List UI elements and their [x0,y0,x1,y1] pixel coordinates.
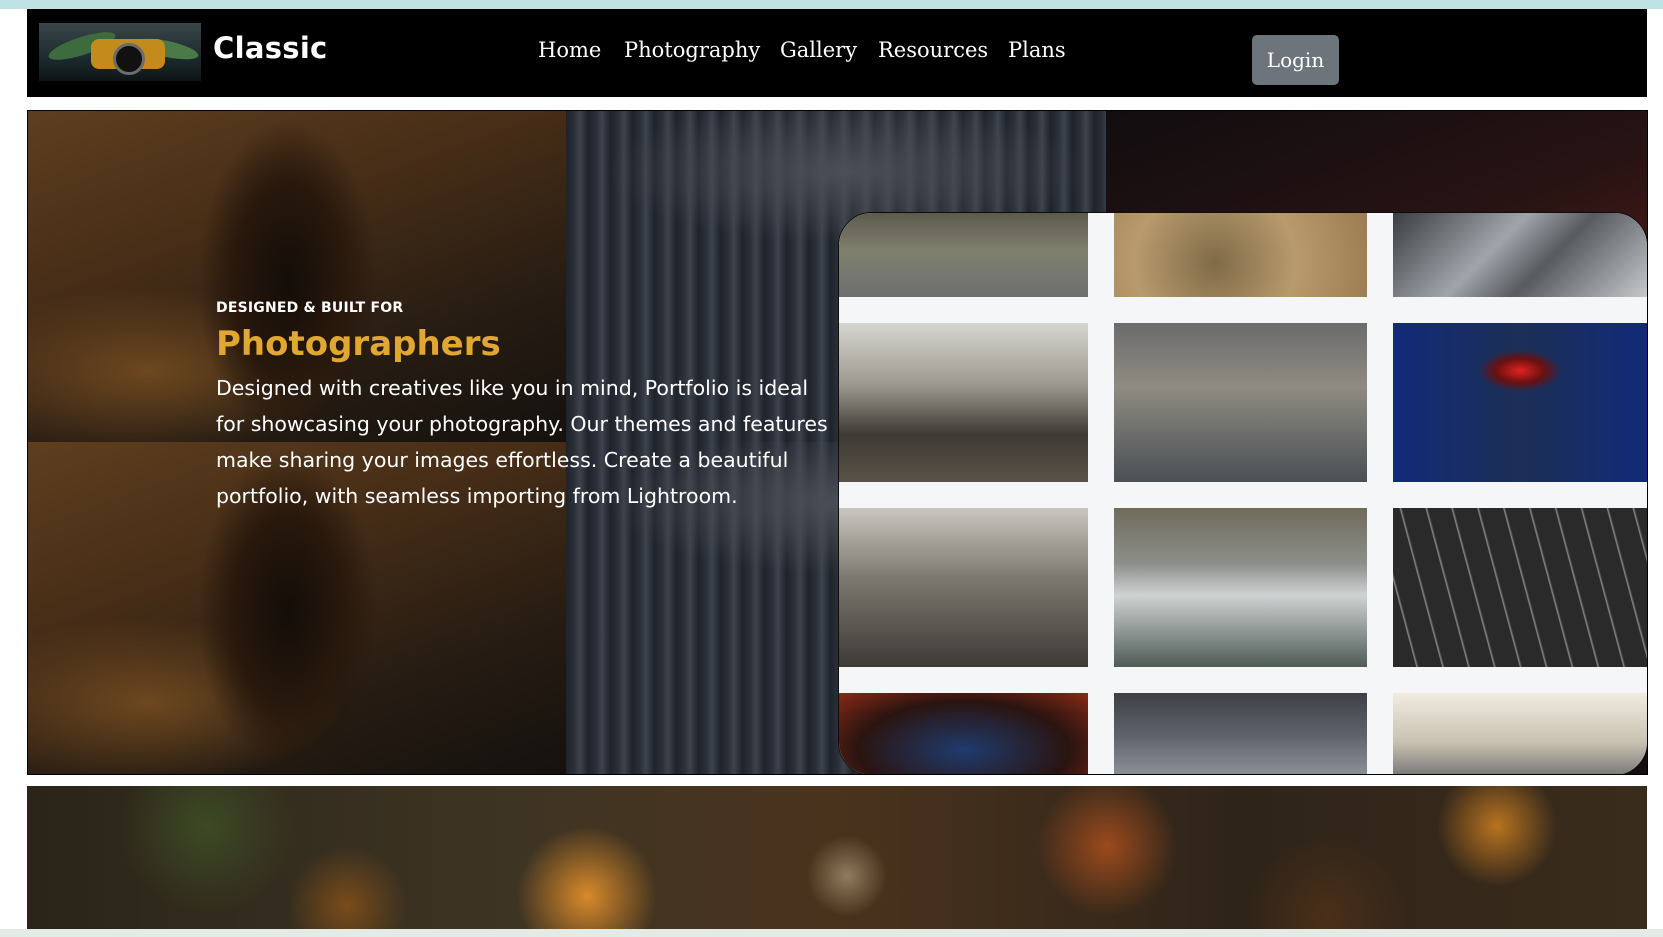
gallery-photo[interactable] [1114,693,1367,774]
gallery-photo[interactable] [1114,508,1367,667]
camera-logo-icon[interactable] [39,23,201,81]
brand-name[interactable]: Classic [213,31,328,65]
gallery-photo[interactable] [1393,508,1647,667]
navbar: Classic Home Photography Gallery Resourc… [27,9,1647,97]
hero-description: Designed with creatives like you in mind… [216,376,828,508]
hero-eyebrow: DESIGNED & BUILT FOR [216,300,404,316]
gallery-photo[interactable] [1393,693,1647,774]
bokeh-banner-image [27,786,1647,929]
gallery-photo[interactable] [1114,213,1367,297]
hero-text: DESIGNED & BUILT FOR Photographers Desig… [216,300,836,514]
top-strip [0,0,1663,9]
nav-home[interactable]: Home [538,38,601,62]
gallery-photo[interactable] [1393,213,1647,297]
nav-photography[interactable]: Photography [624,38,760,62]
nav-resources[interactable]: Resources [878,38,988,62]
hero-headline: Photographers [216,324,501,364]
gallery-photo[interactable] [839,323,1088,482]
gallery-photo[interactable] [839,508,1088,667]
nav-gallery[interactable]: Gallery [780,38,857,62]
hero-section: DESIGNED & BUILT FOR Photographers Desig… [27,110,1648,775]
bottom-strip [0,929,1663,937]
gallery-photo[interactable] [1393,323,1647,482]
gallery-photo[interactable] [839,213,1088,297]
login-button[interactable]: Login [1252,35,1339,85]
nav-plans[interactable]: Plans [1008,38,1066,62]
gallery-preview [838,212,1647,774]
gallery-photo[interactable] [1114,323,1367,482]
gallery-photo[interactable] [839,693,1088,774]
